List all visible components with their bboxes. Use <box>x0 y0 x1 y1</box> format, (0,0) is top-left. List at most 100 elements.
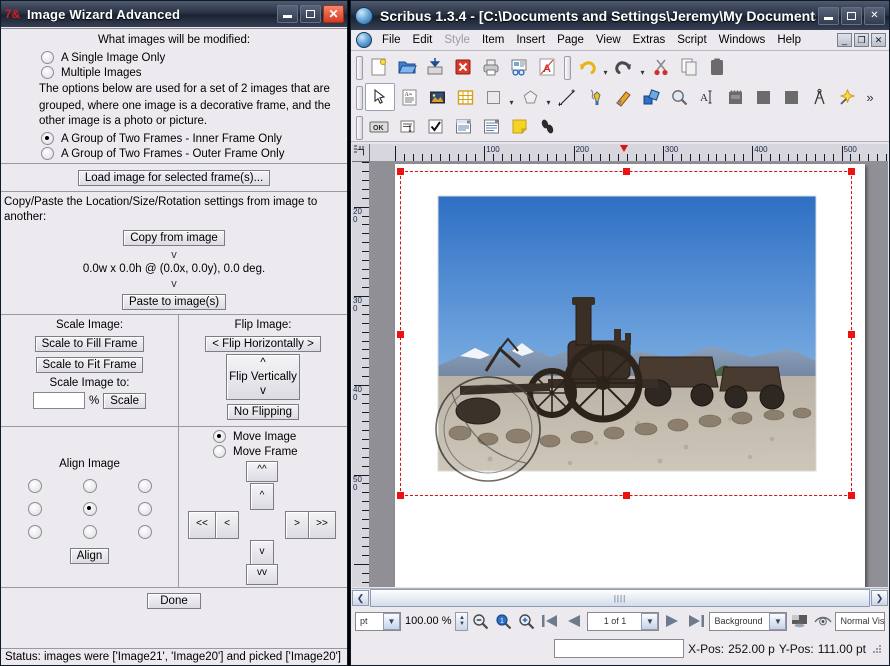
scribus-minimize-button[interactable] <box>818 6 839 25</box>
vertical-ruler[interactable]: 200 300 400 500 <box>352 161 370 587</box>
first-page-icon[interactable] <box>539 611 561 631</box>
radio-dot-single[interactable] <box>41 51 54 64</box>
scribus-close-button[interactable]: ✕ <box>864 6 885 25</box>
edit-contents-icon[interactable]: A <box>693 84 721 110</box>
radio-inner-frame[interactable]: A Group of Two Frames - Inner Frame Only <box>1 131 347 146</box>
radio-dot-move-frame[interactable] <box>213 445 226 458</box>
move-left-button[interactable]: < <box>215 511 239 539</box>
polygon-dropdown-caret-icon[interactable]: ▾ <box>544 81 553 114</box>
radio-dot-outer-frame[interactable] <box>41 147 54 160</box>
move-up-button[interactable]: ^ <box>250 483 274 510</box>
status-text-field[interactable] <box>554 639 685 658</box>
unit-combo[interactable]: pt ▼ <box>355 611 401 631</box>
menu-script[interactable]: Script <box>671 32 712 48</box>
radio-dot-move-image[interactable] <box>213 430 226 443</box>
copy-from-image-button[interactable]: Copy from image <box>123 230 225 246</box>
image-frame-icon[interactable] <box>423 84 451 110</box>
pdf-annotation-icon[interactable] <box>505 114 533 140</box>
scale-to-fill-frame-button[interactable]: Scale to Fill Frame <box>34 336 145 352</box>
eyedropper-icon[interactable] <box>833 84 861 110</box>
done-button[interactable]: Done <box>147 593 201 609</box>
toolbar-grip-pdf[interactable] <box>353 115 363 140</box>
print-preview-icon[interactable] <box>505 54 533 80</box>
zoom-icon[interactable] <box>665 84 693 110</box>
move-down-button[interactable]: v <box>250 540 274 565</box>
radio-move-frame[interactable]: Move Frame <box>179 444 347 459</box>
document-page[interactable] <box>395 164 865 587</box>
radio-dot-multiple[interactable] <box>41 66 54 79</box>
toolbar-grip-tools[interactable] <box>353 85 363 110</box>
pdf-text-field-icon[interactable] <box>393 114 421 140</box>
menu-edit[interactable]: Edit <box>407 32 439 48</box>
menu-windows[interactable]: Windows <box>713 32 772 48</box>
canvas-horizontal-scrollbar[interactable]: ❮ |||| ❯ <box>352 588 888 607</box>
radio-dot-inner-frame[interactable] <box>41 132 54 145</box>
move-up-big-button[interactable]: ^^ <box>246 461 278 482</box>
pdf-check-box-icon[interactable] <box>421 114 449 140</box>
align-cell-bottom-center[interactable] <box>82 525 97 539</box>
last-page-icon[interactable] <box>685 611 707 631</box>
wizard-maximize-button[interactable] <box>300 5 321 23</box>
menu-extras[interactable]: Extras <box>627 32 672 48</box>
scroll-thumb[interactable]: |||| <box>370 589 870 607</box>
shape-icon[interactable] <box>479 84 507 110</box>
rotate-item-icon[interactable] <box>637 84 665 110</box>
zoom-100-icon[interactable]: 1 <box>493 611 514 632</box>
toolbar-grip-file[interactable] <box>353 55 363 80</box>
align-cell-bottom-right[interactable] <box>137 525 152 539</box>
pdf-link-icon[interactable] <box>533 114 561 140</box>
no-flipping-button[interactable]: No Flipping <box>226 404 300 420</box>
page-combo[interactable]: 1 of 1 ▼ <box>587 611 660 631</box>
scribus-titlebar[interactable]: Scribus 1.3.4 - [C:\Documents and Settin… <box>351 1 889 30</box>
menu-help[interactable]: Help <box>771 32 807 48</box>
move-right-button[interactable]: > <box>285 511 309 539</box>
layer-combo[interactable]: Background ▼ <box>709 611 788 631</box>
copy-icon[interactable] <box>675 54 703 80</box>
color-vision-icon[interactable] <box>812 611 833 632</box>
export-pdf-icon[interactable]: A <box>533 54 561 80</box>
unlink-text-frames-icon[interactable] <box>749 84 777 110</box>
zoom-value[interactable]: 100.00 % <box>403 615 453 627</box>
wizard-close-button[interactable]: ✕ <box>323 5 344 23</box>
previous-page-icon[interactable] <box>563 611 585 631</box>
menu-file[interactable]: File <box>376 32 407 48</box>
preview-mode-icon[interactable] <box>789 611 810 632</box>
align-cell-middle-left[interactable] <box>27 502 42 516</box>
paste-icon[interactable] <box>703 54 731 80</box>
radio-outer-frame[interactable]: A Group of Two Frames - Outer Frame Only <box>1 146 347 161</box>
radio-move-image[interactable]: Move Image <box>179 429 347 444</box>
scale-value-input[interactable] <box>32 392 85 409</box>
resize-handle-top-right[interactable] <box>848 168 855 175</box>
radio-multiple-images[interactable]: Multiple Images <box>1 65 347 80</box>
align-cell-top-right[interactable] <box>137 479 152 493</box>
cut-icon[interactable] <box>647 54 675 80</box>
unit-combo-caret-icon[interactable]: ▼ <box>383 612 400 630</box>
move-down-big-button[interactable]: vv <box>246 564 278 585</box>
undo-dropdown-caret-icon[interactable]: ▾ <box>601 51 610 84</box>
vision-mode-field[interactable]: Normal Vision <box>835 611 885 631</box>
scroll-right-button[interactable]: ❯ <box>871 590 888 606</box>
shape-dropdown-caret-icon[interactable]: ▾ <box>507 81 516 114</box>
move-right-big-button[interactable]: >> <box>308 511 336 539</box>
flip-horizontally-button[interactable]: < Flip Horizontally > <box>205 336 321 352</box>
new-document-icon[interactable] <box>365 54 393 80</box>
horizontal-ruler[interactable]: 100 200 300 400 500 <box>352 144 888 162</box>
bezier-curve-icon[interactable] <box>581 84 609 110</box>
measurements-icon[interactable] <box>805 84 833 110</box>
menu-insert[interactable]: Insert <box>510 32 551 48</box>
pdf-push-button-icon[interactable]: OK <box>365 114 393 140</box>
align-cell-top-left[interactable] <box>27 479 42 493</box>
image-wizard-titlebar[interactable]: 7& Image Wizard Advanced ✕ <box>1 1 347 27</box>
align-cell-bottom-left[interactable] <box>27 525 42 539</box>
resize-handle-bottom-right[interactable] <box>848 492 855 499</box>
ruler-origin-corner[interactable] <box>352 144 370 162</box>
resize-grip-icon[interactable] <box>870 643 882 655</box>
scribus-maximize-button[interactable] <box>841 6 862 25</box>
align-cell-top-center[interactable] <box>82 479 97 493</box>
move-left-big-button[interactable]: << <box>188 511 216 539</box>
close-document-icon[interactable] <box>449 54 477 80</box>
next-page-icon[interactable] <box>661 611 683 631</box>
wizard-minimize-button[interactable] <box>277 5 298 23</box>
freehand-line-icon[interactable] <box>609 84 637 110</box>
resize-handle-top-center[interactable] <box>623 168 630 175</box>
